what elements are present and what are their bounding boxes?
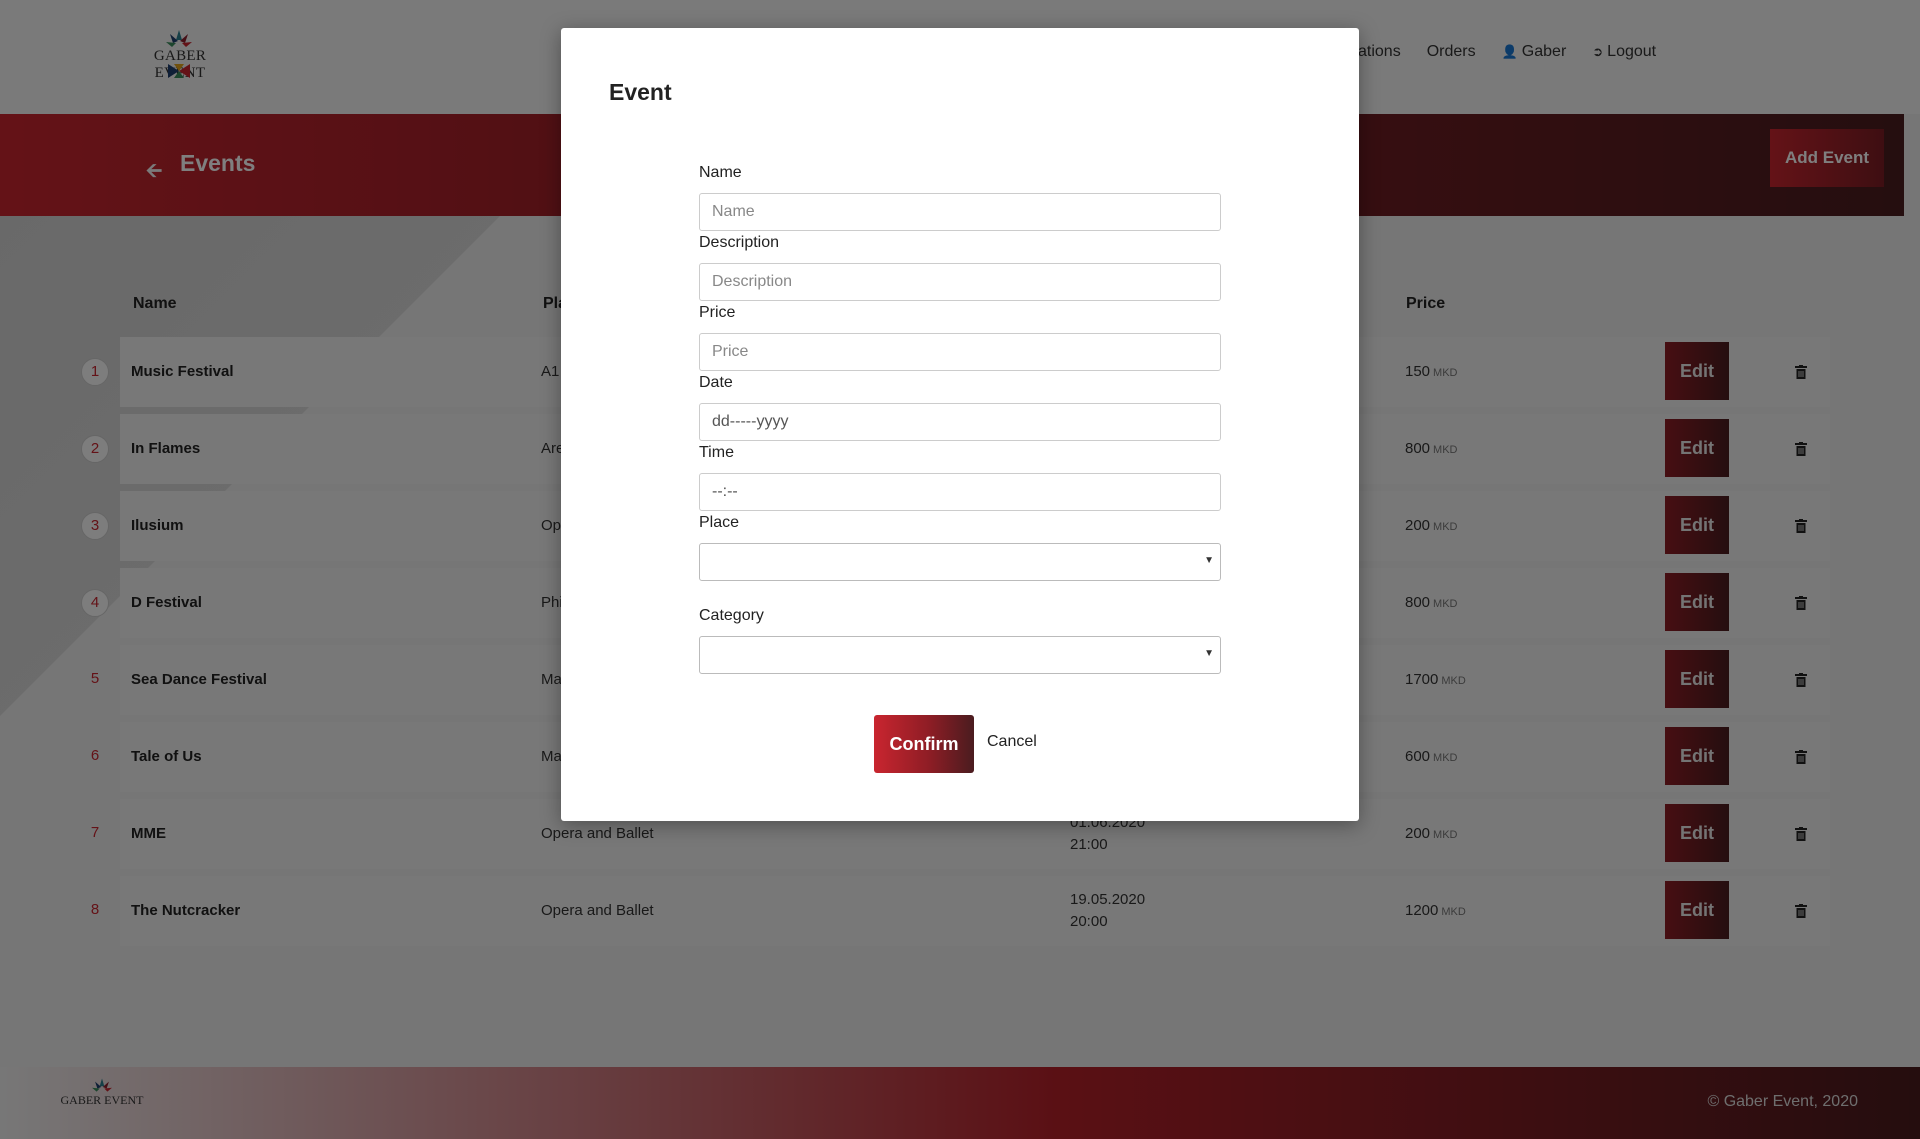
name-input[interactable] <box>699 193 1221 231</box>
description-label: Description <box>699 234 780 251</box>
event-form: Name Description Price Date dd-----yyyy … <box>699 162 1223 674</box>
time-label: Time <box>699 444 734 461</box>
confirm-button[interactable]: Confirm <box>874 715 974 773</box>
date-label: Date <box>699 374 733 391</box>
time-input[interactable]: --:-- <box>699 473 1221 511</box>
category-select[interactable]: ▼ <box>699 636 1221 674</box>
event-modal: Event Name Description Price Date dd----… <box>561 28 1359 821</box>
place-select[interactable]: ▼ <box>699 543 1221 581</box>
price-input[interactable] <box>699 333 1221 371</box>
date-input[interactable]: dd-----yyyy <box>699 403 1221 441</box>
description-input[interactable] <box>699 263 1221 301</box>
modal-actions: Confirm Cancel <box>874 715 1174 773</box>
place-label: Place <box>699 514 740 531</box>
price-label: Price <box>699 304 736 321</box>
chevron-down-icon: ▼ <box>1204 555 1214 566</box>
category-label: Category <box>699 607 764 624</box>
cancel-link[interactable]: Cancel <box>987 733 1037 751</box>
modal-title: Event <box>609 79 672 105</box>
name-label: Name <box>699 164 742 181</box>
chevron-down-icon: ▼ <box>1204 648 1214 659</box>
